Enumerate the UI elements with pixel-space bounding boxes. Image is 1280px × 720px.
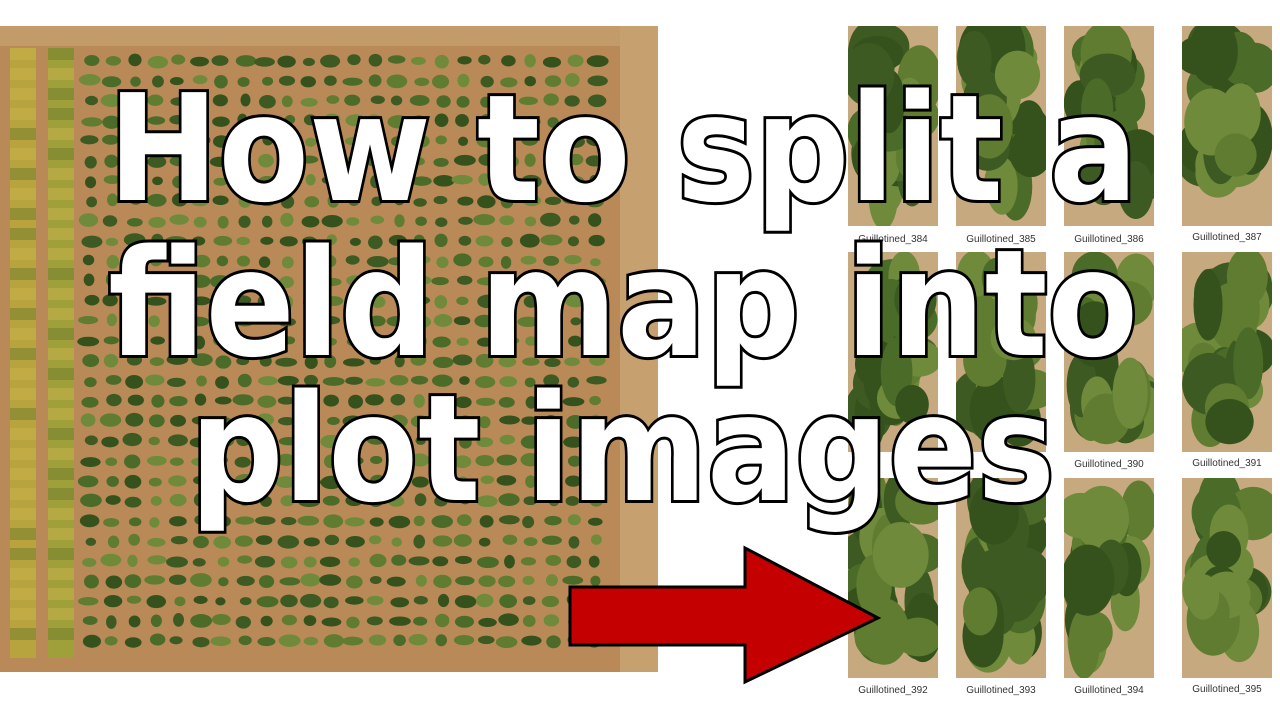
plot-tile-label: Guillotined_390 — [1074, 459, 1144, 470]
plot-tile-label: Guillotined_394 — [1074, 685, 1144, 696]
plot-tile-label: Guillotined_391 — [1192, 458, 1262, 469]
plot-tile — [1182, 252, 1272, 452]
plot-tile-label: Guillotined_393 — [966, 685, 1036, 696]
plot-tile-label: Guillotined_386 — [1074, 234, 1144, 245]
plot-tile — [1182, 478, 1272, 678]
plot-tile — [1064, 26, 1154, 226]
plot-tile — [1064, 478, 1154, 678]
plot-tile-label: Guillotined_384 — [858, 234, 928, 245]
plot-tile-label: Guillotined_395 — [1192, 684, 1262, 695]
plot-tile — [956, 26, 1046, 226]
plot-tile — [1064, 252, 1154, 452]
plot-tile — [848, 252, 938, 452]
plot-tile-label: Guillotined_387 — [1192, 232, 1262, 243]
plot-tile-label: Guillotined_385 — [966, 234, 1036, 245]
plot-tile — [1182, 26, 1272, 226]
thumbnail-scene: Guillotined_384 Guillotined_385 Guilloti… — [0, 0, 1280, 720]
plot-tile — [956, 478, 1046, 678]
plot-tile — [848, 26, 938, 226]
right-arrow-icon — [568, 545, 882, 685]
plot-tile — [956, 252, 1046, 452]
